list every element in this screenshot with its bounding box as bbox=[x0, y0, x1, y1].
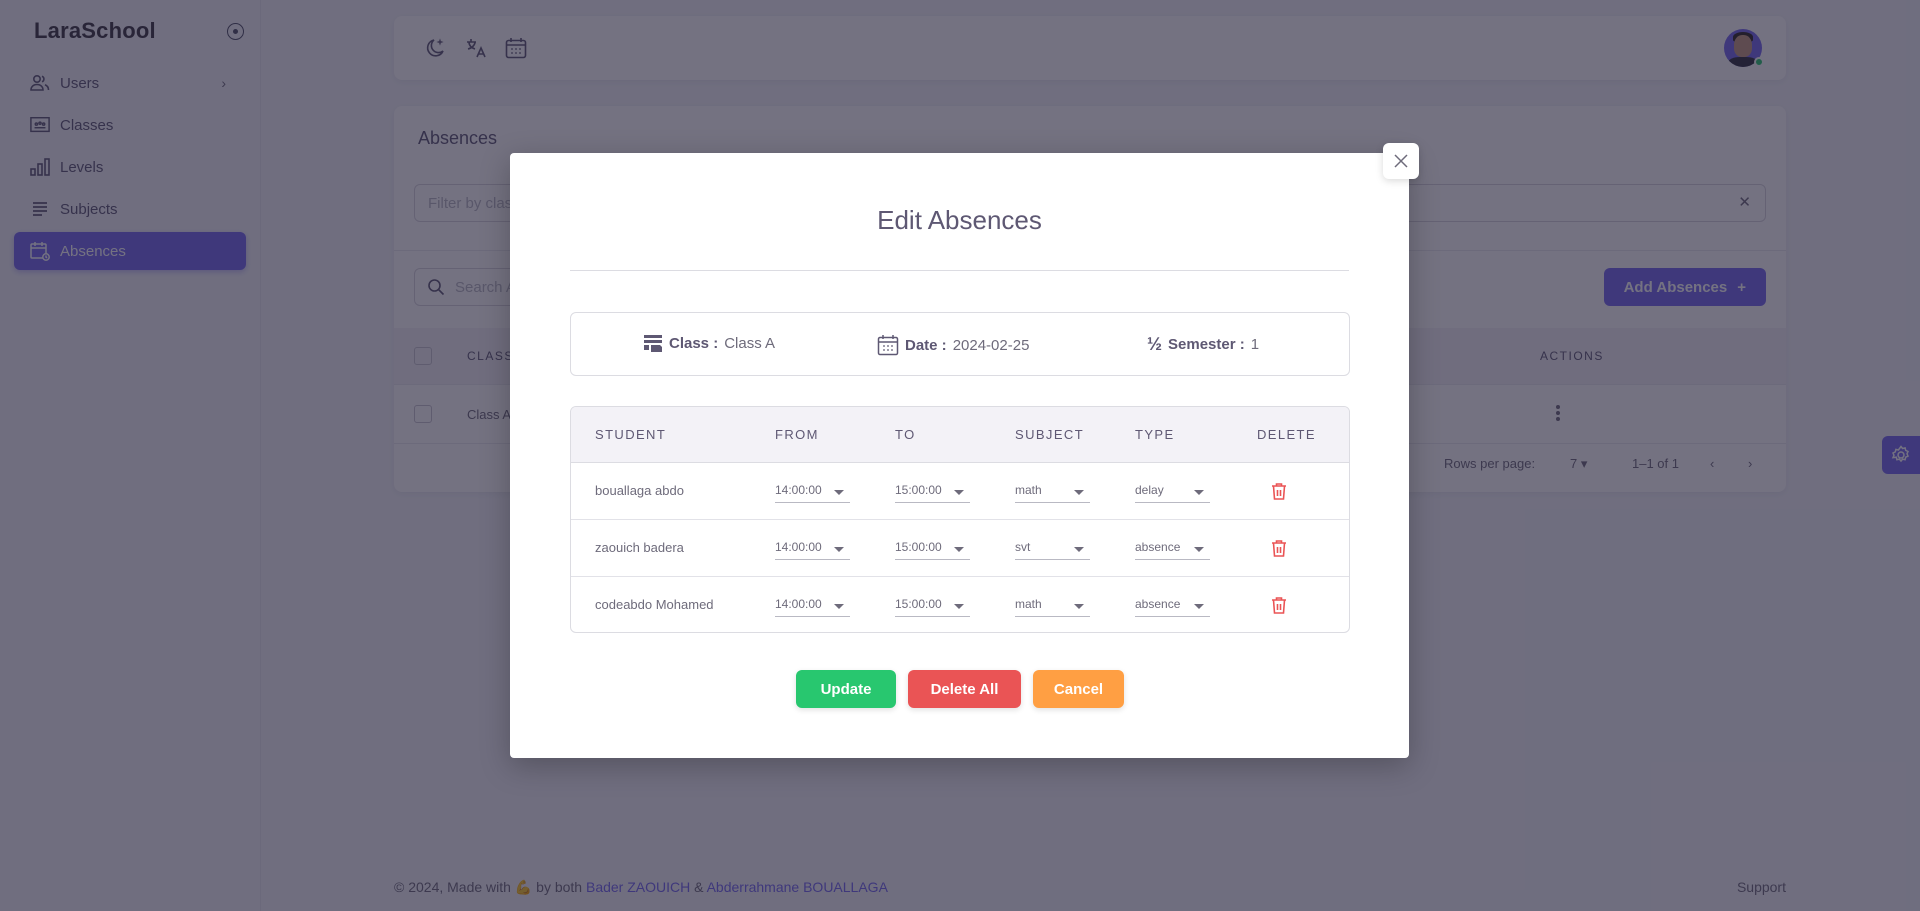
semester-value: 1 bbox=[1250, 336, 1260, 353]
column-header-delete: DELETE bbox=[1257, 427, 1316, 442]
class-value: Class A bbox=[724, 334, 776, 352]
from-time-select[interactable]: 14:00:00 bbox=[775, 593, 850, 617]
table-row: zaouich badera 14:00:00 15:00:00 svt abs… bbox=[571, 520, 1349, 577]
from-value: 14:00:00 bbox=[775, 597, 822, 611]
subject-select[interactable]: math bbox=[1015, 593, 1090, 617]
type-value: absence bbox=[1135, 597, 1181, 611]
column-header-from: FROM bbox=[775, 427, 819, 442]
caret-down-icon bbox=[1074, 604, 1084, 609]
from-value: 14:00:00 bbox=[775, 483, 822, 497]
trash-icon[interactable] bbox=[1271, 539, 1287, 560]
caret-down-icon bbox=[954, 547, 964, 552]
table-header: STUDENT FROM TO SUBJECT TYPE DELETE bbox=[571, 407, 1349, 463]
close-dialog-button[interactable] bbox=[1383, 143, 1419, 179]
caret-down-icon bbox=[834, 490, 844, 495]
type-select[interactable]: absence bbox=[1135, 593, 1210, 617]
divider bbox=[570, 270, 1349, 271]
cancel-button[interactable]: Cancel bbox=[1033, 670, 1124, 708]
to-value: 15:00:00 bbox=[895, 483, 942, 497]
subject-select[interactable]: math bbox=[1015, 479, 1090, 503]
to-value: 15:00:00 bbox=[895, 540, 942, 554]
fraction-half-icon: ½ bbox=[1147, 334, 1163, 354]
student-name: zaouich badera bbox=[595, 540, 684, 555]
semester-label: Semester : bbox=[1168, 336, 1245, 353]
info-class: Class : Class A bbox=[643, 334, 775, 352]
from-value: 14:00:00 bbox=[775, 540, 822, 554]
type-select[interactable]: absence bbox=[1135, 536, 1210, 560]
class-icon bbox=[644, 335, 662, 352]
column-header-subject: SUBJECT bbox=[1015, 427, 1085, 442]
subject-value: svt bbox=[1015, 540, 1031, 554]
absence-info-box: Class : Class A Date : 2024-02-25 ½ Seme… bbox=[570, 312, 1350, 376]
column-header-to: TO bbox=[895, 427, 916, 442]
column-header-student: STUDENT bbox=[595, 427, 667, 442]
caret-down-icon bbox=[954, 490, 964, 495]
type-value: delay bbox=[1135, 483, 1164, 497]
from-time-select[interactable]: 14:00:00 bbox=[775, 479, 850, 503]
to-time-select[interactable]: 15:00:00 bbox=[895, 536, 970, 560]
to-value: 15:00:00 bbox=[895, 597, 942, 611]
date-value: 2024-02-25 bbox=[952, 336, 1030, 354]
table-row: codeabdo Mohamed 14:00:00 15:00:00 math … bbox=[571, 577, 1349, 632]
caret-down-icon bbox=[1194, 604, 1204, 609]
caret-down-icon bbox=[1194, 490, 1204, 495]
type-value: absence bbox=[1135, 540, 1181, 554]
to-time-select[interactable]: 15:00:00 bbox=[895, 593, 970, 617]
to-time-select[interactable]: 15:00:00 bbox=[895, 479, 970, 503]
calendar-icon bbox=[877, 335, 899, 356]
type-select[interactable]: delay bbox=[1135, 479, 1210, 503]
absences-edit-table: STUDENT FROM TO SUBJECT TYPE DELETE boua… bbox=[570, 406, 1350, 633]
info-date: Date : 2024-02-25 bbox=[877, 334, 1029, 356]
from-time-select[interactable]: 14:00:00 bbox=[775, 536, 850, 560]
student-name: bouallaga abdo bbox=[595, 483, 684, 498]
caret-down-icon bbox=[1074, 547, 1084, 552]
caret-down-icon bbox=[834, 604, 844, 609]
table-row: bouallaga abdo 14:00:00 15:00:00 math de… bbox=[571, 463, 1349, 520]
subject-value: math bbox=[1015, 483, 1042, 497]
close-icon bbox=[1394, 154, 1408, 168]
info-semester: ½ Semester : 1 bbox=[1147, 334, 1259, 355]
update-button[interactable]: Update bbox=[796, 670, 896, 708]
date-label: Date : bbox=[905, 336, 947, 354]
caret-down-icon bbox=[834, 547, 844, 552]
dialog-title: Edit Absences bbox=[877, 205, 1042, 235]
caret-down-icon bbox=[954, 604, 964, 609]
subject-select[interactable]: svt bbox=[1015, 536, 1090, 560]
delete-all-button[interactable]: Delete All bbox=[908, 670, 1021, 708]
caret-down-icon bbox=[1194, 547, 1204, 552]
student-name: codeabdo Mohamed bbox=[595, 597, 714, 612]
trash-icon[interactable] bbox=[1271, 596, 1287, 617]
trash-icon[interactable] bbox=[1271, 482, 1287, 503]
subject-value: math bbox=[1015, 597, 1042, 611]
edit-absences-dialog: Edit Absences Class : Class A Date : 202… bbox=[510, 153, 1409, 758]
column-header-type: TYPE bbox=[1135, 427, 1175, 442]
class-label: Class : bbox=[669, 334, 719, 352]
caret-down-icon bbox=[1074, 490, 1084, 495]
